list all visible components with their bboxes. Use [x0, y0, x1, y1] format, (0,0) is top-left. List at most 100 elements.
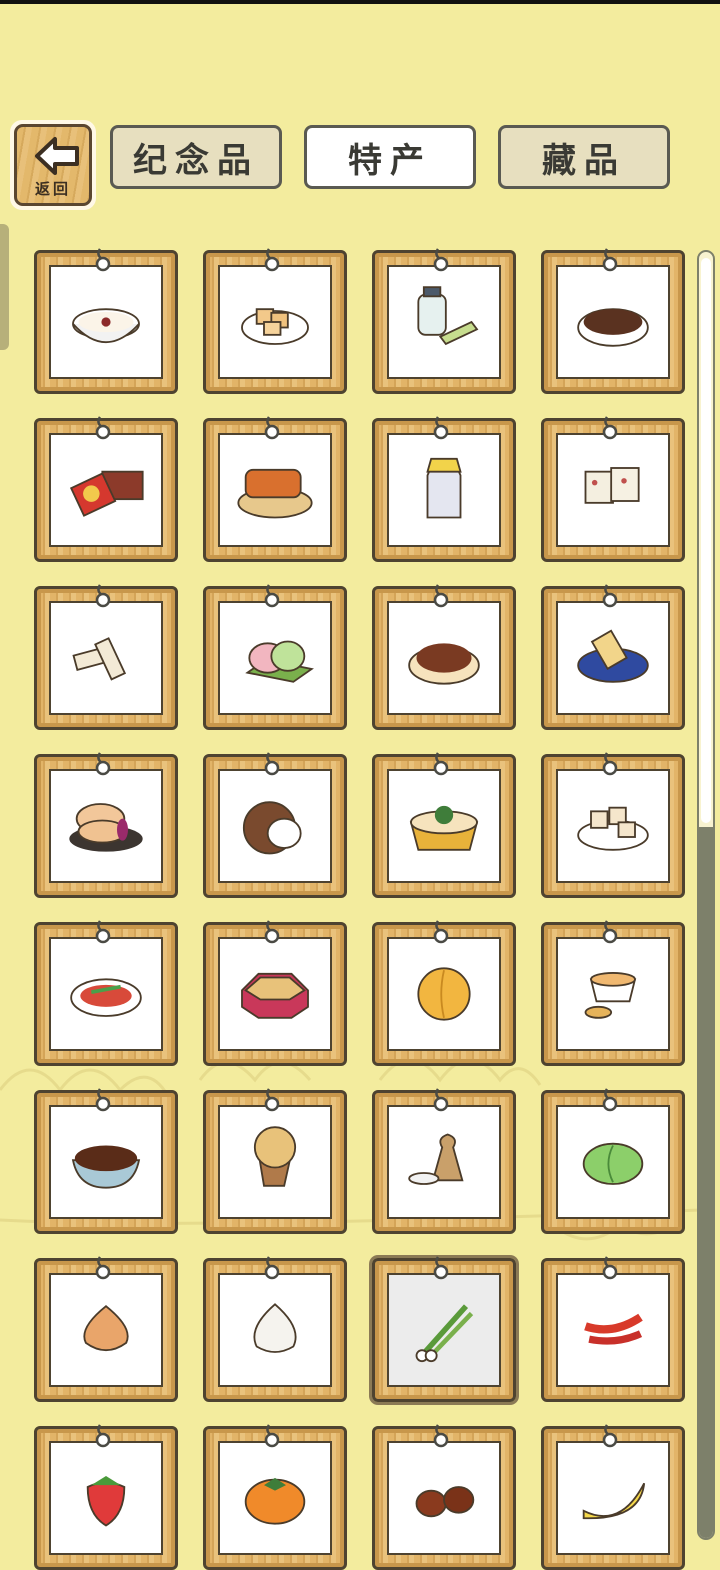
item-card[interactable]: [34, 920, 178, 1066]
green-onion-icon: [415, 1304, 474, 1363]
hanging-hook-icon: [95, 1088, 111, 1112]
item-card[interactable]: [203, 920, 347, 1066]
item-card[interactable]: [34, 1256, 178, 1402]
hanging-hook-icon: [264, 1424, 280, 1448]
item-card[interactable]: [203, 752, 347, 898]
item-card[interactable]: [203, 584, 347, 730]
item-card-frame: [556, 1273, 670, 1387]
status-bar-edge: [0, 0, 720, 4]
item-card-frame: [556, 265, 670, 379]
tofu-plate-icon: [241, 308, 309, 345]
item-card-frame: [387, 1105, 501, 1219]
noodle-bowl-icon: [409, 805, 479, 851]
hanging-hook-icon: [602, 1256, 618, 1280]
back-arrow-icon: [35, 137, 79, 175]
item-card[interactable]: [203, 416, 347, 562]
hanging-hook-icon: [95, 752, 111, 776]
item-card-frame: [387, 937, 501, 1051]
item-card-frame: [49, 265, 163, 379]
item-card[interactable]: [34, 584, 178, 730]
item-card-frame: [387, 433, 501, 547]
item-card[interactable]: [34, 416, 178, 562]
hanging-hook-icon: [433, 752, 449, 776]
rice-sack-icon: [408, 1133, 464, 1185]
item-card[interactable]: [34, 752, 178, 898]
scrollbar[interactable]: [697, 250, 715, 1540]
item-card-frame: [387, 1441, 501, 1555]
tea-cup-ginger-icon: [584, 972, 637, 1019]
back-button[interactable]: 返回: [10, 120, 96, 210]
banana-icon: [582, 1482, 646, 1520]
back-button-label: 返回: [34, 180, 71, 198]
apricot-icon: [417, 967, 471, 1021]
tab-collectibles[interactable]: 藏品: [498, 125, 670, 189]
item-card[interactable]: [372, 920, 516, 1066]
item-card[interactable]: [372, 752, 516, 898]
tab-souvenirs[interactable]: 纪念品: [110, 125, 282, 189]
hanging-hook-icon: [602, 752, 618, 776]
chestnut-bowl-icon: [71, 1145, 141, 1189]
hanging-hook-icon: [433, 1088, 449, 1112]
gift-box-icon: [69, 470, 144, 517]
item-card-frame: [218, 937, 332, 1051]
scrollbar-track-lower: [699, 827, 713, 1538]
item-card-frame: [218, 265, 332, 379]
item-card-frame: [556, 1105, 670, 1219]
onion-icon: [83, 1304, 129, 1352]
peanut-cone-icon: [253, 1126, 297, 1187]
item-card[interactable]: [372, 584, 516, 730]
item-card[interactable]: [541, 416, 685, 562]
chestnuts-icon: [415, 1486, 475, 1518]
item-card[interactable]: [541, 1424, 685, 1570]
hanging-hook-icon: [264, 752, 280, 776]
rice-porridge-icon: [72, 308, 140, 344]
ice-pop-icon: [577, 629, 649, 683]
item-card[interactable]: [34, 1088, 178, 1234]
hanging-hook-icon: [264, 1256, 280, 1280]
item-card[interactable]: [541, 584, 685, 730]
coconut-icon: [242, 801, 302, 855]
item-card-frame: [387, 1273, 501, 1387]
item-card[interactable]: [34, 248, 178, 394]
item-card-frame: [49, 937, 163, 1051]
item-card[interactable]: [372, 416, 516, 562]
item-card[interactable]: [203, 248, 347, 394]
nougat-cake-icon: [584, 467, 640, 504]
hanging-hook-icon: [433, 416, 449, 440]
braised-nuts-icon: [408, 643, 480, 685]
item-card[interactable]: [541, 920, 685, 1066]
item-card[interactable]: [203, 1256, 347, 1402]
coffee-beans-icon: [577, 308, 649, 347]
item-card[interactable]: [372, 1088, 516, 1234]
item-card[interactable]: [372, 1424, 516, 1570]
item-card-frame: [218, 1273, 332, 1387]
hanging-hook-icon: [95, 920, 111, 944]
hanging-hook-icon: [433, 1256, 449, 1280]
item-card[interactable]: [541, 1256, 685, 1402]
hanging-hook-icon: [433, 584, 449, 608]
item-card[interactable]: [541, 248, 685, 394]
sesame-candy-icon: [72, 637, 127, 681]
item-card[interactable]: [372, 1256, 516, 1402]
side-drawer-handle[interactable]: [0, 224, 9, 350]
item-card[interactable]: [34, 1424, 178, 1570]
chili-pepper-icon: [584, 1313, 643, 1345]
scrollbar-thumb[interactable]: [701, 258, 711, 823]
item-card-frame: [218, 1105, 332, 1219]
item-card[interactable]: [372, 248, 516, 394]
hanging-hook-icon: [602, 1088, 618, 1112]
hanging-hook-icon: [433, 1424, 449, 1448]
hanging-hook-icon: [433, 248, 449, 272]
item-card[interactable]: [541, 752, 685, 898]
item-card-frame: [49, 1105, 163, 1219]
item-card[interactable]: [203, 1424, 347, 1570]
item-card[interactable]: [203, 1088, 347, 1234]
hanging-hook-icon: [95, 1424, 111, 1448]
tofu-cubes-icon: [577, 806, 649, 851]
item-card[interactable]: [541, 1088, 685, 1234]
hanging-hook-icon: [95, 584, 111, 608]
tab-specialties[interactable]: 特产: [304, 125, 476, 189]
flower-pastry-icon: [69, 803, 143, 852]
item-card-frame: [49, 769, 163, 883]
item-card-frame: [218, 433, 332, 547]
